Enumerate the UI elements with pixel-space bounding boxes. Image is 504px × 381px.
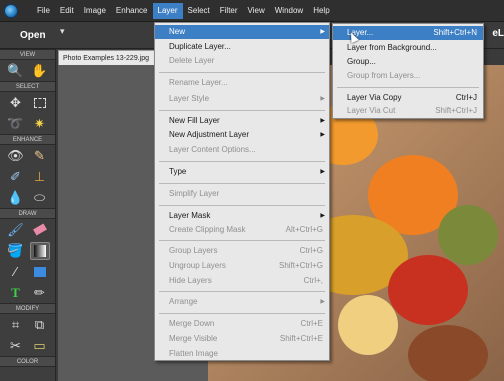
menu-item-duplicate-layer[interactable]: Duplicate Layer... — [155, 40, 329, 54]
straighten-tool-icon[interactable]: ▭ — [30, 337, 50, 355]
submenu-item-group[interactable]: Group... — [333, 55, 483, 69]
toolbox-section-color: COLOR — [0, 356, 55, 367]
toolbox-section-view: VIEW — [0, 49, 55, 60]
menu-separator — [337, 87, 479, 88]
eyedropper-tool-icon[interactable]: ⁄ — [6, 263, 26, 281]
brush-tool-icon[interactable]: 🖌 — [6, 221, 26, 239]
lasso-tool-icon[interactable]: ➰ — [6, 115, 26, 133]
menu-file[interactable]: File — [32, 3, 55, 19]
toolbox: VIEW 🔍 ✋ SELECT ✥ ➰ ✷ ENHANCE 👁 ✎ ✐ ⊥ 💧 … — [0, 49, 56, 381]
menu-item-new[interactable]: New ▶ — [155, 25, 329, 39]
app-logo-icon[interactable] — [0, 0, 22, 22]
type-tool-icon[interactable]: T — [6, 284, 26, 302]
menu-image[interactable]: Image — [79, 3, 111, 19]
submenu-arrow-icon: ▶ — [320, 213, 325, 219]
menu-layer[interactable]: Layer — [152, 2, 183, 19]
menu-help[interactable]: Help — [308, 3, 334, 19]
menu-separator — [159, 72, 325, 73]
red-eye-tool-icon[interactable]: 👁 — [6, 147, 26, 165]
layer-menu: New ▶ Duplicate Layer... Delete Layer Ren… — [154, 22, 330, 361]
paint-bucket-tool-icon[interactable]: 🪣 — [6, 242, 26, 260]
menu-item-merge-visible[interactable]: Merge Visible Shift+Ctrl+E — [155, 332, 329, 346]
recompose-tool-icon[interactable]: ⧉ — [30, 316, 50, 334]
menu-separator — [159, 313, 325, 314]
toolbox-section-modify: MODIFY — [0, 303, 55, 314]
clone-stamp-tool-icon[interactable]: ⊥ — [30, 168, 50, 186]
menu-separator — [159, 205, 325, 206]
pencil-tool-icon[interactable]: ✏ — [30, 284, 50, 302]
menu-item-layer-mask[interactable]: Layer Mask ▶ — [155, 209, 329, 223]
menu-item-create-clipping-mask[interactable]: Create Clipping Mask Alt+Ctrl+G — [155, 223, 329, 237]
submenu-item-layer-via-cut[interactable]: Layer Via Cut Shift+Ctrl+J — [333, 104, 483, 118]
zoom-tool-icon[interactable]: 🔍 — [6, 62, 26, 80]
menu-separator — [159, 240, 325, 241]
submenu-arrow-icon: ▶ — [320, 132, 325, 138]
move-tool-icon[interactable]: ✥ — [6, 94, 26, 112]
submenu-arrow-icon: ▶ — [320, 96, 325, 102]
spot-healing-tool-icon[interactable]: ✎ — [30, 147, 50, 165]
crop-tool-icon[interactable]: ⌗ — [6, 316, 26, 334]
gradient-tool-icon[interactable] — [29, 241, 50, 260]
menu-separator — [159, 183, 325, 184]
marquee-tool-icon[interactable] — [30, 94, 50, 112]
toolbox-section-draw: DRAW — [0, 208, 55, 219]
menu-item-ungroup-layers[interactable]: Ungroup Layers Shift+Ctrl+G — [155, 259, 329, 273]
menu-bar: File Edit Image Enhance Layer Select Fil… — [0, 0, 504, 22]
magic-wand-tool-icon[interactable]: ✷ — [30, 115, 50, 133]
menu-item-delete-layer[interactable]: Delete Layer — [155, 54, 329, 68]
toolbox-section-select: SELECT — [0, 81, 55, 92]
menu-item-type[interactable]: Type ▶ — [155, 165, 329, 179]
menu-window[interactable]: Window — [270, 3, 308, 19]
content-aware-move-tool-icon[interactable]: ✂ — [6, 337, 26, 355]
submenu-item-layer-via-copy[interactable]: Layer Via Copy Ctrl+J — [333, 91, 483, 105]
menu-item-layer-style[interactable]: Layer Style ▶ — [155, 92, 329, 106]
menu-item-group-layers[interactable]: Group Layers Ctrl+G — [155, 244, 329, 258]
menu-item-flatten-image[interactable]: Flatten Image — [155, 347, 329, 361]
hand-tool-icon[interactable]: ✋ — [30, 62, 50, 80]
menu-item-layer-content-options[interactable]: Layer Content Options... — [155, 143, 329, 157]
submenu-item-layer-from-background[interactable]: Layer from Background... — [333, 41, 483, 55]
menu-enhance[interactable]: Enhance — [111, 3, 153, 19]
menu-separator — [159, 291, 325, 292]
submenu-item-group-from-layers[interactable]: Group from Layers... — [333, 69, 483, 83]
menu-edit[interactable]: Edit — [55, 3, 79, 19]
menu-item-merge-down[interactable]: Merge Down Ctrl+E — [155, 317, 329, 331]
eraser-tool-icon[interactable] — [30, 221, 50, 239]
menu-separator — [159, 110, 325, 111]
open-button[interactable]: Open — [6, 27, 58, 45]
blur-tool-icon[interactable]: 💧 — [6, 189, 26, 207]
open-dropdown-caret-icon[interactable]: ▾ — [60, 26, 65, 37]
menu-item-simplify-layer[interactable]: Simplify Layer — [155, 187, 329, 201]
toolbox-section-enhance: ENHANCE — [0, 134, 55, 145]
menu-item-arrange[interactable]: Arrange ▶ — [155, 295, 329, 309]
menu-view[interactable]: View — [243, 3, 270, 19]
menu-item-new-adjustment-layer[interactable]: New Adjustment Layer ▶ — [155, 128, 329, 142]
submenu-arrow-icon: ▶ — [320, 169, 325, 175]
submenu-arrow-icon: ▶ — [320, 118, 325, 124]
menu-separator — [159, 161, 325, 162]
custom-shape-tool-icon[interactable] — [30, 263, 50, 281]
menu-item-hide-layers[interactable]: Hide Layers Ctrl+, — [155, 274, 329, 288]
menu-filter[interactable]: Filter — [215, 3, 243, 19]
sponge-tool-icon[interactable]: ⬭ — [30, 189, 50, 207]
submenu-arrow-icon: ▶ — [320, 299, 325, 305]
submenu-arrow-icon: ▶ — [320, 29, 325, 35]
menu-select[interactable]: Select — [183, 3, 215, 19]
mode-label-fragment[interactable]: eL — [492, 28, 504, 39]
menu-item-rename-layer[interactable]: Rename Layer... — [155, 76, 329, 90]
menu-item-new-fill-layer[interactable]: New Fill Layer ▶ — [155, 114, 329, 128]
document-tab[interactable]: Photo Examples 13-229.jpg — [58, 50, 158, 65]
smart-brush-tool-icon[interactable]: ✐ — [6, 168, 26, 186]
